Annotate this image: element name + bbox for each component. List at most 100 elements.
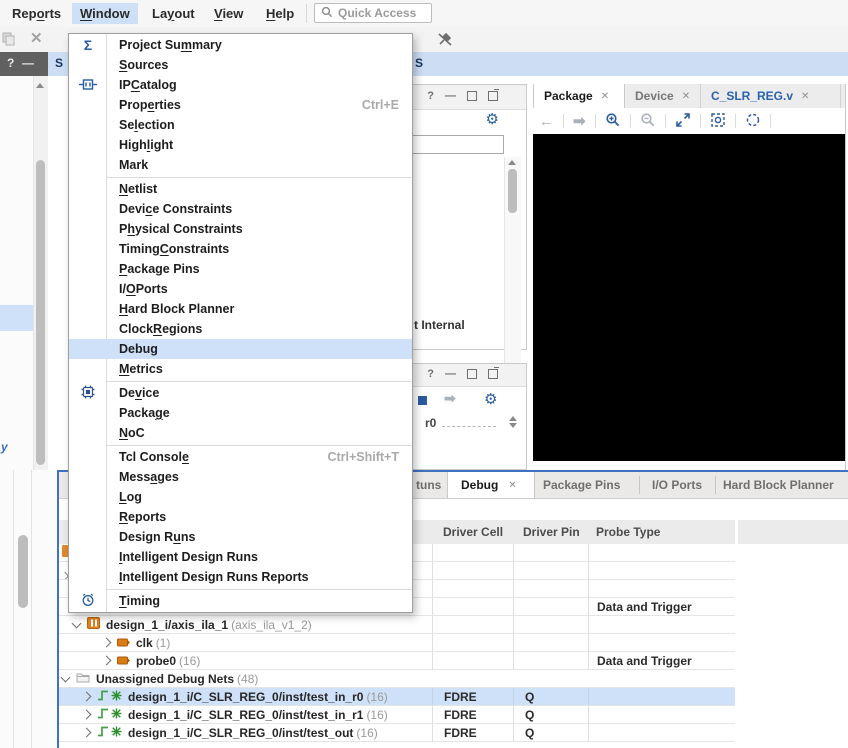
- minimize-button[interactable]: —: [445, 90, 456, 102]
- menu-item-log[interactable]: Log: [69, 487, 412, 507]
- menu-help[interactable]: Help: [258, 3, 302, 24]
- menu-item-selection[interactable]: Se l ection: [69, 115, 412, 135]
- close-icon[interactable]: ✕: [682, 91, 690, 102]
- spin-up-icon[interactable]: [509, 416, 517, 421]
- table-row-clk[interactable]: clk (1): [59, 634, 735, 652]
- chevron-right-icon[interactable]: [81, 727, 92, 738]
- gear-icon[interactable]: ⚙: [484, 392, 497, 407]
- help-button[interactable]: ?: [427, 90, 434, 102]
- table-row-unassigned-group[interactable]: Unassigned Debug Nets (48): [59, 670, 735, 688]
- col-driver-cell[interactable]: Driver Cell: [443, 525, 503, 539]
- close-icon[interactable]: ✕: [801, 91, 809, 102]
- table-row-test-out[interactable]: design_1_i/C_SLR_REG_0/inst/test_out (16…: [59, 724, 735, 742]
- paste-icon[interactable]: [2, 32, 16, 49]
- menu-item-design-runs[interactable]: Design Ru ns: [69, 527, 412, 547]
- autofit-icon[interactable]: [745, 112, 761, 131]
- panel-scrollbar[interactable]: [504, 157, 521, 385]
- menu-item-timing[interactable]: Timing: [69, 591, 412, 611]
- menu-item-debug[interactable]: Debug: [69, 339, 412, 359]
- tab-package-pins[interactable]: Package Pins: [543, 478, 620, 492]
- menu-item-mark[interactable]: Mark: [69, 155, 412, 175]
- delete-icon[interactable]: ✕: [30, 29, 43, 47]
- spin-down-icon[interactable]: [509, 423, 517, 428]
- port-icon: [117, 636, 130, 650]
- scrollbar-thumb[interactable]: [508, 169, 517, 213]
- menu-item-clock-regions[interactable]: Clock Regions: [69, 319, 412, 339]
- chevron-right-icon[interactable]: [81, 709, 92, 720]
- forward-arrow-icon[interactable]: ➡: [444, 390, 456, 407]
- table-row-test-in-r1[interactable]: design_1_i/C_SLR_REG_0/inst/test_in_r1 (…: [59, 706, 735, 724]
- tab-hard-block-planner[interactable]: Hard Block Planner: [723, 478, 834, 492]
- menu-item-netlist[interactable]: Netlist: [69, 179, 412, 199]
- tab-fragment[interactable]: tuns: [416, 478, 441, 492]
- col-probe-type[interactable]: Probe Type: [596, 525, 660, 539]
- help-button[interactable]: ?: [427, 368, 434, 380]
- menu-window[interactable]: Window: [72, 3, 138, 24]
- forward-arrow-icon[interactable]: ➡: [573, 114, 586, 129]
- zoom-fit-icon[interactable]: [675, 112, 691, 131]
- table-row-test-in-r0[interactable]: design_1_i/C_SLR_REG_0/inst/test_in_r0 (…: [59, 688, 735, 706]
- stop-icon[interactable]: [418, 396, 427, 405]
- spinner-control[interactable]: [509, 416, 517, 428]
- maximize-button[interactable]: [467, 369, 477, 379]
- menu-item-project-summary[interactable]: Project Su m mary: [69, 35, 412, 55]
- tab-io-ports[interactable]: I/O Ports: [652, 478, 702, 492]
- menu-item-package-pins[interactable]: Package Pins: [69, 259, 412, 279]
- help-button[interactable]: ?: [7, 56, 14, 70]
- zoom-out-icon[interactable]: [640, 112, 656, 131]
- quick-access-search[interactable]: Quick Access: [314, 3, 432, 23]
- menu-item-messages[interactable]: Mess a ges: [69, 467, 412, 487]
- tab-device[interactable]: Device ✕: [625, 84, 701, 108]
- scroll-up-icon[interactable]: [508, 160, 516, 165]
- scroll-up-icon[interactable]: [36, 83, 44, 88]
- menu-layout[interactable]: Layout: [144, 3, 203, 24]
- chevron-right-icon[interactable]: [101, 655, 112, 666]
- menu-item-hard-block-planner[interactable]: Hard Block Planner: [69, 299, 412, 319]
- chevron-right-icon[interactable]: [81, 691, 92, 702]
- close-icon[interactable]: ✕: [508, 480, 516, 491]
- float-button[interactable]: [488, 89, 499, 101]
- chevron-down-icon[interactable]: [71, 618, 82, 628]
- menu-item-tcl-console[interactable]: Tcl Consol e Ctrl+Shift+T: [69, 447, 412, 467]
- menu-item-highlight[interactable]: High l ight: [69, 135, 412, 155]
- table-row-ila-core[interactable]: design_1_i/axis_ila_1 (axis_ila_v1_2): [59, 616, 735, 634]
- tab-package[interactable]: Package ✕: [533, 84, 625, 108]
- menu-item-timing-constraints[interactable]: Timing Constraints: [69, 239, 412, 259]
- table-row-probe0[interactable]: probe0 (16) Data and Trigger: [59, 652, 735, 670]
- chevron-down-icon[interactable]: [60, 672, 71, 682]
- menu-item-device[interactable]: De v ice: [69, 383, 412, 403]
- menu-item-noc[interactable]: NoC: [69, 423, 412, 443]
- menu-reports[interactable]: Reports: [4, 3, 69, 24]
- menu-item-ip-catalog[interactable]: IP Catalog: [69, 75, 412, 95]
- minimize-button[interactable]: —: [445, 368, 456, 380]
- menu-item-sources[interactable]: Sources: [69, 55, 412, 75]
- menu-item-package[interactable]: Packa g e: [69, 403, 412, 423]
- maximize-button[interactable]: [467, 91, 477, 101]
- left-panel-selected-row[interactable]: [0, 305, 33, 331]
- menu-item-properties[interactable]: Prop e rties Ctrl+E: [69, 95, 412, 115]
- menu-item-io-ports[interactable]: I/O Ports: [69, 279, 412, 299]
- menu-item-metrics[interactable]: Metrics: [69, 359, 412, 379]
- minimize-button[interactable]: —: [22, 56, 34, 70]
- gear-icon[interactable]: ⚙: [486, 112, 499, 127]
- menu-item-intelligent-design-runs[interactable]: Intelligent Design Runs: [69, 547, 412, 567]
- zoom-selection-icon[interactable]: [710, 112, 726, 131]
- pin-disabled-icon[interactable]: [436, 31, 454, 51]
- scrollbar-thumb[interactable]: [36, 160, 45, 465]
- menu-view[interactable]: View: [206, 3, 251, 24]
- close-icon[interactable]: ✕: [601, 91, 609, 102]
- zoom-in-icon[interactable]: [605, 112, 621, 131]
- col-driver-pin[interactable]: Driver Pin: [523, 525, 580, 539]
- menu-item-device-constraints[interactable]: Devi c e Constraints: [69, 199, 412, 219]
- chevron-right-icon[interactable]: [101, 637, 112, 648]
- tab-debug[interactable]: Debug ✕: [447, 472, 535, 498]
- menu-item-intelligent-design-runs-reports[interactable]: Intelligent Design Runs Reports: [69, 567, 412, 587]
- menu-item-reports[interactable]: Reports: [69, 507, 412, 527]
- scrollbar-thumb[interactable]: [18, 535, 28, 608]
- menu-item-physical-constraints[interactable]: Ph ysical Constraints: [69, 219, 412, 239]
- package-canvas[interactable]: [533, 134, 845, 461]
- floating-panel-header: ? —: [0, 52, 48, 76]
- tab-c-slr-reg-v[interactable]: C_SLR_REG.v ✕: [701, 84, 841, 108]
- float-button[interactable]: [488, 367, 499, 379]
- back-arrow-icon[interactable]: ←: [539, 114, 554, 129]
